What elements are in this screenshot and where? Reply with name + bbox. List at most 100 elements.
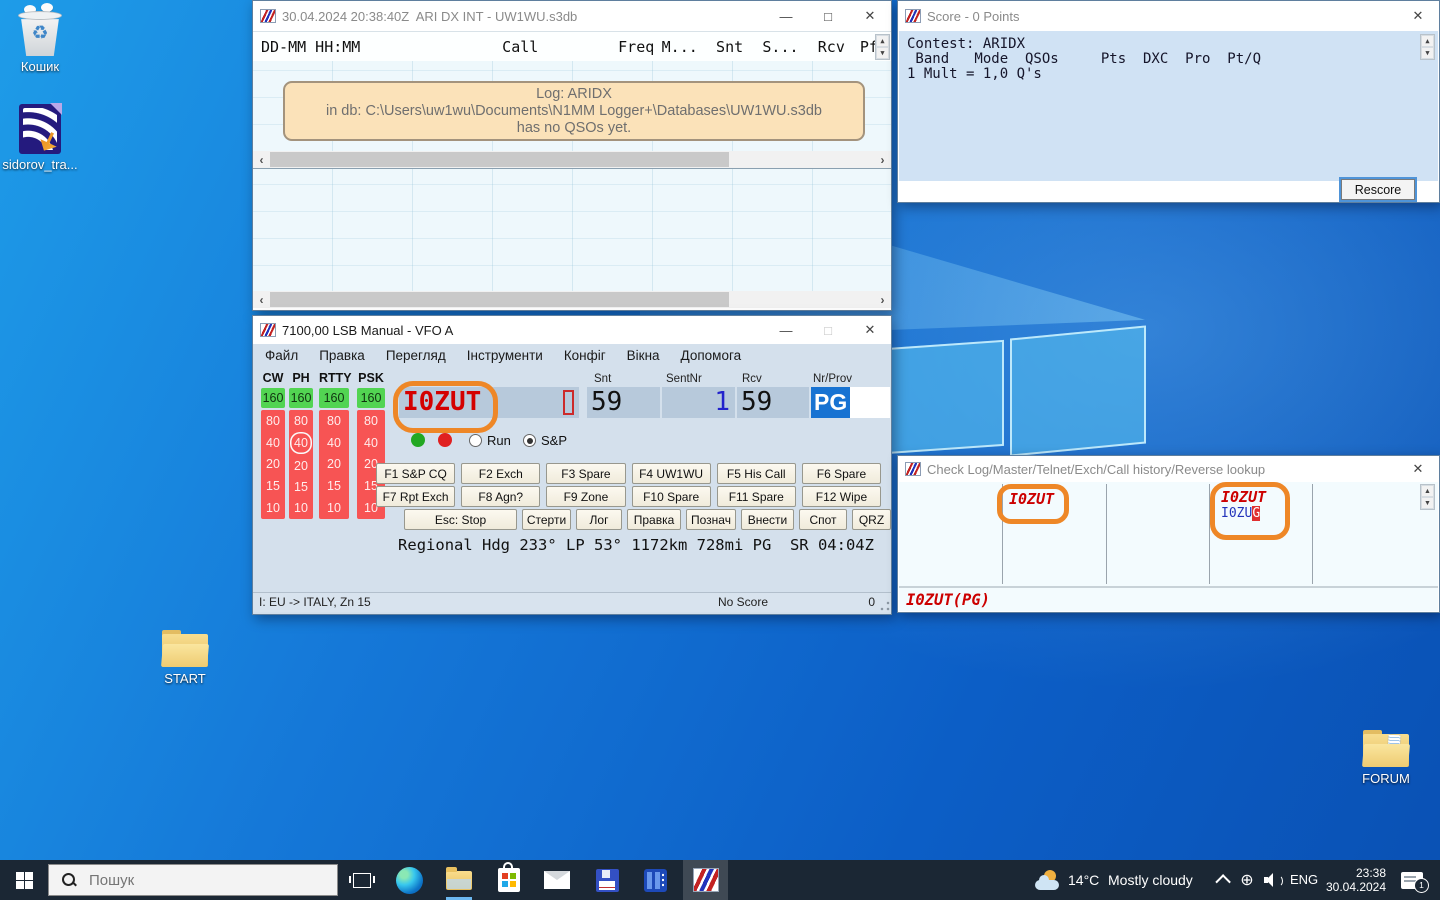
score-window-titlebar[interactable]: Score - 0 Points ✕ bbox=[898, 1, 1439, 31]
search-input[interactable] bbox=[87, 871, 321, 890]
minimize-icon[interactable]: — bbox=[765, 316, 807, 344]
log-button[interactable]: Лог bbox=[576, 509, 622, 530]
spot-button[interactable]: Спот bbox=[799, 509, 847, 530]
band-button-cw-80[interactable]: 80 bbox=[261, 410, 285, 432]
taskbar-edge[interactable] bbox=[387, 860, 431, 900]
tray-weather-text[interactable]: Mostly cloudy bbox=[1108, 872, 1193, 888]
scroll-left-icon[interactable]: ‹ bbox=[253, 291, 270, 308]
column-header[interactable]: S... bbox=[754, 38, 807, 56]
menu-help[interactable]: Допомога bbox=[681, 348, 742, 363]
resize-grip[interactable] bbox=[880, 601, 890, 611]
f8-button[interactable]: F8 Agn? bbox=[461, 486, 540, 507]
taskbar-commander-app[interactable] bbox=[633, 860, 677, 900]
rcv-field[interactable]: 59 bbox=[737, 387, 809, 418]
nrprov-field[interactable]: PG bbox=[811, 387, 890, 418]
action-center-button[interactable]: 1 bbox=[1394, 860, 1430, 900]
desktop-icon-start-folder[interactable]: START bbox=[146, 630, 224, 686]
column-header[interactable]: Rcv bbox=[807, 38, 856, 56]
taskbar-n1mm-active[interactable] bbox=[683, 860, 728, 900]
column-header[interactable]: Freq bbox=[594, 38, 655, 56]
scrollbar-thumb[interactable] bbox=[270, 152, 729, 167]
scroll-left-icon[interactable]: ‹ bbox=[253, 151, 270, 168]
band-button-rtty-40[interactable]: 40 bbox=[319, 432, 349, 454]
menu-file[interactable]: Файл bbox=[265, 348, 298, 363]
master-call-match[interactable]: I0ZUT bbox=[1009, 490, 1054, 508]
f2-button[interactable]: F2 Exch bbox=[461, 463, 540, 484]
band-button-rtty-15[interactable]: 15 bbox=[319, 475, 349, 497]
band-button-rtty-20[interactable]: 20 bbox=[319, 454, 349, 476]
column-header[interactable]: Snt bbox=[705, 38, 754, 56]
esc-stop-button[interactable]: Esc: Stop bbox=[404, 509, 517, 530]
close-icon[interactable]: ✕ bbox=[849, 1, 891, 31]
tray-temperature[interactable]: 14°C bbox=[1068, 872, 1099, 888]
menu-windows[interactable]: Вікна bbox=[627, 348, 660, 363]
sp-radio-label[interactable]: S&P bbox=[541, 433, 567, 448]
log-window-titlebar[interactable]: 30.04.2024 20:38:40Z ARI DX INT - UW1WU.… bbox=[253, 1, 891, 31]
check-window-titlebar[interactable]: Check Log/Master/Telnet/Exch/Call histor… bbox=[898, 456, 1439, 482]
band-button-cw-15[interactable]: 15 bbox=[261, 475, 285, 497]
f3-button[interactable]: F3 Spare bbox=[546, 463, 625, 484]
band-button-ph-20[interactable]: 20 bbox=[289, 455, 313, 476]
callsign-input[interactable]: I0ZUT bbox=[399, 387, 579, 418]
menu-tools[interactable]: Інструменти bbox=[467, 348, 543, 363]
horizontal-scrollbar[interactable]: ‹ › bbox=[253, 291, 891, 308]
band-button-psk-80[interactable]: 80 bbox=[357, 410, 385, 432]
desktop-icon-sidorov-file[interactable]: sidorov_tra... bbox=[1, 104, 79, 172]
tray-clock[interactable]: 23:38 30.04.2024 bbox=[1322, 860, 1390, 900]
menu-config[interactable]: Конфіг bbox=[564, 348, 606, 363]
maximize-icon[interactable]: □ bbox=[807, 1, 849, 31]
taskbar-floppy-app[interactable] bbox=[585, 860, 629, 900]
sp-radio-selected[interactable] bbox=[523, 434, 536, 447]
tray-language[interactable]: ENG bbox=[1290, 872, 1318, 887]
band-button-cw-160[interactable]: 160 bbox=[261, 388, 285, 408]
task-view-button[interactable] bbox=[342, 860, 382, 900]
band-button-psk-160[interactable]: 160 bbox=[357, 388, 385, 408]
taskbar-store[interactable] bbox=[487, 860, 531, 900]
score-spinner[interactable]: ▲▼ bbox=[1420, 34, 1435, 60]
snt-field[interactable]: 59 bbox=[587, 387, 660, 418]
band-button-ph-160[interactable]: 160 bbox=[289, 388, 313, 408]
entry-window-titlebar[interactable]: 7100,00 LSB Manual - VFO A — □ ✕ bbox=[253, 316, 891, 344]
close-icon[interactable]: ✕ bbox=[1397, 1, 1439, 31]
column-header[interactable]: DD-MM HH:MM bbox=[261, 38, 447, 56]
band-button-ph-10[interactable]: 10 bbox=[289, 498, 313, 519]
scrollbar-thumb[interactable] bbox=[270, 292, 729, 307]
minimize-icon[interactable]: — bbox=[765, 1, 807, 31]
band-button-ph-15[interactable]: 15 bbox=[289, 476, 313, 497]
band-button-rtty-10[interactable]: 10 bbox=[319, 497, 349, 519]
band-button-ph-40-selected[interactable]: 40 bbox=[290, 432, 312, 453]
check-spinner[interactable]: ▲▼ bbox=[1420, 484, 1435, 510]
f7-button[interactable]: F7 Rpt Exch bbox=[376, 486, 455, 507]
mark-button[interactable]: Познач bbox=[686, 509, 736, 530]
band-button-cw-20[interactable]: 20 bbox=[261, 454, 285, 476]
band-button-ph-80[interactable]: 80 bbox=[289, 410, 313, 431]
sentnr-field[interactable]: 1 bbox=[662, 387, 735, 418]
store-button[interactable]: Внести bbox=[741, 509, 794, 530]
partial-call-match[interactable]: I0ZUG bbox=[1221, 506, 1260, 521]
desktop-icon-recycle-bin[interactable]: ♻ Кошик bbox=[1, 6, 79, 74]
scroll-right-icon[interactable]: › bbox=[874, 291, 891, 308]
column-header[interactable]: Call bbox=[447, 38, 594, 56]
start-button[interactable] bbox=[0, 860, 48, 900]
band-button-rtty-160[interactable]: 160 bbox=[319, 388, 349, 408]
rescore-button[interactable]: Rescore bbox=[1341, 179, 1415, 200]
f6-button[interactable]: F6 Spare bbox=[802, 463, 881, 484]
edit-button[interactable]: Правка bbox=[627, 509, 681, 530]
run-radio[interactable] bbox=[469, 434, 482, 447]
f10-button[interactable]: F10 Spare bbox=[632, 486, 711, 507]
desktop-icon-forum-folder[interactable]: FORUM bbox=[1347, 730, 1425, 786]
f12-button[interactable]: F12 Wipe bbox=[802, 486, 881, 507]
close-icon[interactable]: ✕ bbox=[849, 316, 891, 344]
f5-button[interactable]: F5 His Call bbox=[717, 463, 796, 484]
f4-button[interactable]: F4 UW1WU bbox=[632, 463, 711, 484]
taskbar-search[interactable] bbox=[48, 864, 338, 896]
f9-button[interactable]: F9 Zone bbox=[546, 486, 625, 507]
wipe-button[interactable]: Стерти bbox=[522, 509, 571, 530]
band-button-cw-10[interactable]: 10 bbox=[261, 497, 285, 519]
qrz-button[interactable]: QRZ bbox=[852, 509, 891, 530]
band-button-cw-40[interactable]: 40 bbox=[261, 432, 285, 454]
f11-button[interactable]: F11 Spare bbox=[717, 486, 796, 507]
f1-button[interactable]: F1 S&P CQ bbox=[376, 463, 455, 484]
band-button-rtty-80[interactable]: 80 bbox=[319, 410, 349, 432]
menu-view[interactable]: Перегляд bbox=[386, 348, 446, 363]
